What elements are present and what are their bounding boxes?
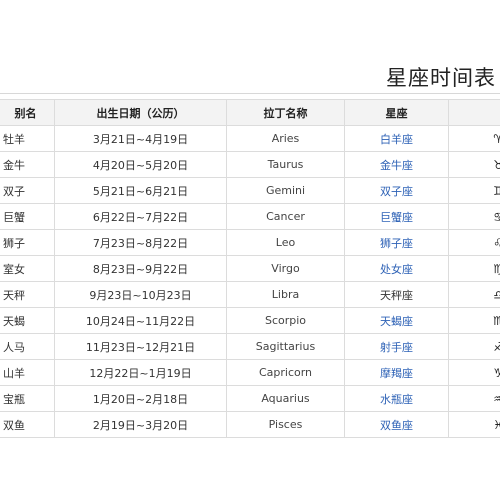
latin-name-cell: Capricorn	[226, 359, 345, 386]
sign-link[interactable]: 金牛座	[380, 159, 413, 172]
alias-cell: 宝瓶	[0, 385, 55, 412]
zodiac-symbol-icon: ♊	[448, 177, 500, 204]
zodiac-symbol-icon: ♑	[448, 359, 500, 386]
zodiac-symbol-icon: ♈	[448, 125, 500, 152]
header-sign: 星座	[344, 99, 449, 126]
latin-name-cell: Gemini	[226, 177, 345, 204]
latin-name-cell: Leo	[226, 229, 345, 256]
sign-link[interactable]: 白羊座	[380, 133, 413, 146]
latin-name-cell: Cancer	[226, 203, 345, 230]
zodiac-table: 别名 出生日期（公历） 拉丁名称 星座 牡羊 3月21日~4月19日 Aries 白羊…	[0, 99, 500, 438]
table-row: 双鱼2月19日~3月20日Pisces 双鱼座 ♓	[0, 411, 500, 438]
zodiac-symbol-icon: ♉	[448, 151, 500, 178]
table-row: 山羊12月22日~1月19日Capricorn 摩羯座 ♑	[0, 359, 500, 386]
sign-cell: 双鱼座	[344, 411, 449, 438]
sign-link[interactable]: 处女座	[380, 263, 413, 276]
birth-date-cell: 2月19日~3月20日	[54, 411, 227, 438]
birth-date-cell: 3月21日~4月19日	[54, 125, 227, 152]
zodiac-symbol-icon: ♏	[448, 307, 500, 334]
birth-date-cell: 7月23日~8月22日	[54, 229, 227, 256]
sign-cell: 处女座	[344, 255, 449, 282]
latin-name-cell: Virgo	[226, 255, 345, 282]
sign-link[interactable]: 水瓶座	[380, 393, 413, 406]
table-row: 天蝎10月24日~11月22日Scorpio 天蝎座 ♏	[0, 307, 500, 334]
sign-link[interactable]: 双子座	[380, 185, 413, 198]
alias-cell: 山羊	[0, 359, 55, 386]
zodiac-symbol-icon: ♎	[448, 281, 500, 308]
sign-cell: 射手座	[344, 333, 449, 360]
latin-name-cell: Taurus	[226, 151, 345, 178]
birth-date-cell: 4月20日~5月20日	[54, 151, 227, 178]
alias-cell: 巨蟹	[0, 203, 55, 230]
table-row: 室女8月23日~9月22日Virgo 处女座 ♍	[0, 255, 500, 282]
alias-cell: 狮子	[0, 229, 55, 256]
sign-cell: 摩羯座	[344, 359, 449, 386]
birth-date-cell: 8月23日~9月22日	[54, 255, 227, 282]
alias-cell: 天秤	[0, 281, 55, 308]
page-title: 星座时间表	[386, 66, 496, 90]
sign-link[interactable]: 巨蟹座	[380, 211, 413, 224]
table-row: 天秤9月23日~10月23日Libra 天秤座 ♎	[0, 281, 500, 308]
alias-cell: 双子	[0, 177, 55, 204]
birth-date-cell: 5月21日~6月21日	[54, 177, 227, 204]
table-row: 牡羊3月21日~4月19日Aries 白羊座 ♈	[0, 125, 500, 152]
alias-cell: 人马	[0, 333, 55, 360]
latin-name-cell: Pisces	[226, 411, 345, 438]
zodiac-symbol-icon: ♋	[448, 203, 500, 230]
table-row: 宝瓶1月20日~2月18日Aquarius 水瓶座 ♒	[0, 385, 500, 412]
header-birth-date: 出生日期（公历）	[54, 99, 227, 126]
zodiac-symbol-icon: ♌	[448, 229, 500, 256]
alias-cell: 双鱼	[0, 411, 55, 438]
birth-date-cell: 12月22日~1月19日	[54, 359, 227, 386]
table-row: 金牛4月20日~5月20日Taurus 金牛座 ♉	[0, 151, 500, 178]
alias-cell: 天蝎	[0, 307, 55, 334]
zodiac-symbol-icon: ♐	[448, 333, 500, 360]
sign-cell: 金牛座	[344, 151, 449, 178]
page: 星座时间表 别名 出生日期（公历） 拉丁名称 星座 牡羊 3月21日~4月19日 A…	[0, 0, 500, 500]
birth-date-cell: 6月22日~7月22日	[54, 203, 227, 230]
birth-date-cell: 9月23日~10月23日	[54, 281, 227, 308]
zodiac-symbol-icon: ♓	[448, 411, 500, 438]
latin-name-cell: Scorpio	[226, 307, 345, 334]
table-row: 双子5月21日~6月21日Gemini 双子座 ♊	[0, 177, 500, 204]
sign-cell: 巨蟹座	[344, 203, 449, 230]
latin-name-cell: Aries	[226, 125, 345, 152]
sign-cell: 白羊座	[344, 125, 449, 152]
table-row: 狮子7月23日~8月22日Leo 狮子座 ♌	[0, 229, 500, 256]
table-header-row: 别名 出生日期（公历） 拉丁名称 星座	[0, 99, 500, 126]
sign-link[interactable]: 摩羯座	[380, 367, 413, 380]
sign-cell: 水瓶座	[344, 385, 449, 412]
sign-link[interactable]: 射手座	[380, 341, 413, 354]
latin-name-cell: Libra	[226, 281, 345, 308]
alias-cell: 金牛	[0, 151, 55, 178]
table-row: 巨蟹6月22日~7月22日Cancer 巨蟹座 ♋	[0, 203, 500, 230]
latin-name-cell: Sagittarius	[226, 333, 345, 360]
birth-date-cell: 10月24日~11月22日	[54, 307, 227, 334]
zodiac-symbol-icon: ♍	[448, 255, 500, 282]
alias-cell: 牡羊	[0, 125, 55, 152]
sign-cell: 天蝎座	[344, 307, 449, 334]
header-symbol	[448, 99, 500, 126]
sign-cell: 双子座	[344, 177, 449, 204]
sign-link[interactable]: 天蝎座	[380, 315, 413, 328]
sign-label: 天秤座	[380, 288, 413, 302]
title-divider	[0, 93, 500, 94]
alias-cell: 室女	[0, 255, 55, 282]
sign-link[interactable]: 双鱼座	[380, 419, 413, 432]
birth-date-cell: 1月20日~2月18日	[54, 385, 227, 412]
birth-date-cell: 11月23日~12月21日	[54, 333, 227, 360]
header-latin-name: 拉丁名称	[226, 99, 345, 126]
zodiac-symbol-icon: ♒	[448, 385, 500, 412]
sign-cell: 狮子座	[344, 229, 449, 256]
table-row: 人马11月23日~12月21日Sagittarius 射手座 ♐	[0, 333, 500, 360]
sign-cell: 天秤座	[344, 281, 449, 308]
latin-name-cell: Aquarius	[226, 385, 345, 412]
sign-link[interactable]: 狮子座	[380, 237, 413, 250]
header-alias: 别名	[0, 99, 55, 126]
